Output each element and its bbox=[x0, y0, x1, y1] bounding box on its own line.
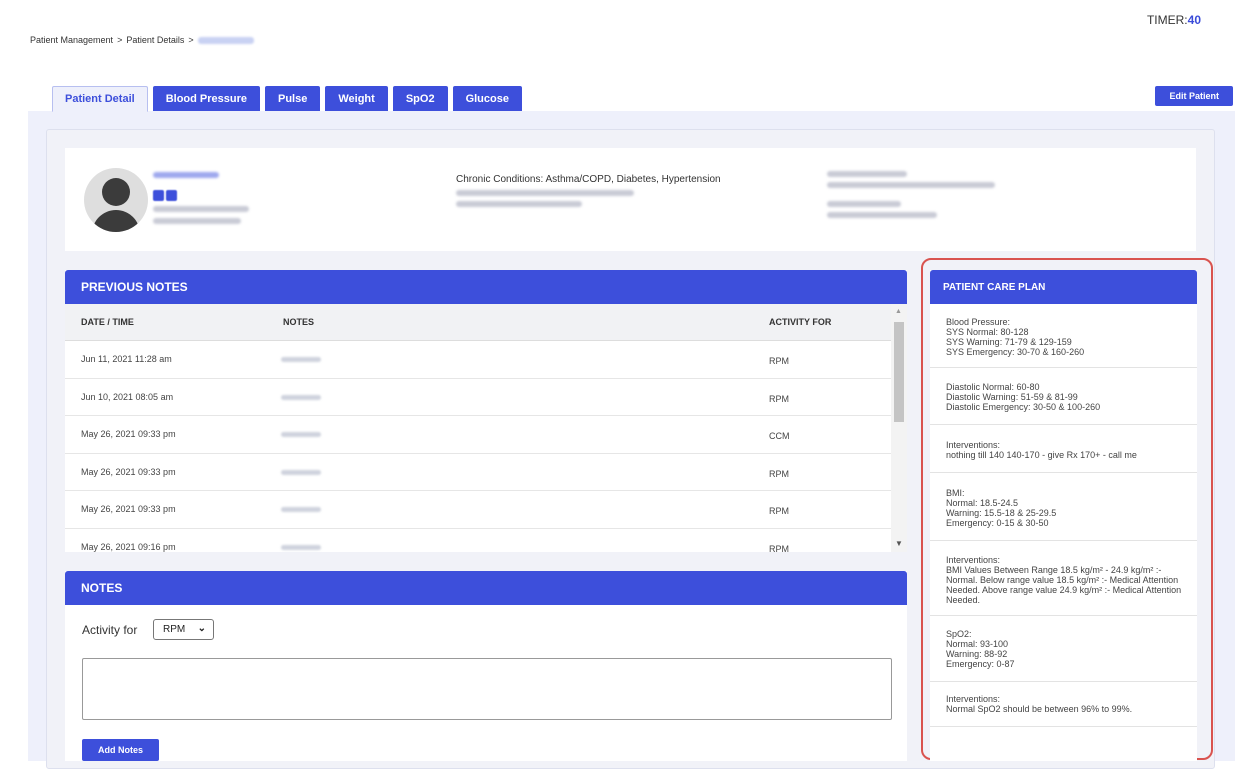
row-date: May 26, 2021 09:16 pm bbox=[81, 541, 176, 552]
patient-profile-card: Chronic Conditions: Asthma/COPD, Diabete… bbox=[65, 148, 1196, 251]
table-row: May 26, 2021 09:33 pm CCM bbox=[65, 416, 891, 454]
care-plan-bp-interventions: Interventions: nothing till 140 140-170 … bbox=[930, 425, 1197, 473]
provider-name-redacted bbox=[827, 171, 907, 177]
tab-weight[interactable]: Weight bbox=[325, 86, 388, 111]
breadcrumb-patient-name-redacted bbox=[197, 36, 254, 44]
row-activity: RPM bbox=[769, 506, 789, 516]
row-date: Jun 11, 2021 11:28 am bbox=[81, 354, 172, 364]
row-activity: RPM bbox=[769, 356, 789, 366]
notes-form-title: NOTES bbox=[65, 571, 907, 605]
notes-textarea[interactable] bbox=[82, 658, 892, 720]
breadcrumb-patient-details[interactable]: Patient Details bbox=[126, 35, 184, 45]
avatar-head-shape bbox=[102, 178, 130, 206]
tab-patient-detail[interactable]: Patient Detail bbox=[52, 86, 148, 112]
care-plan-bmi-interventions: Interventions: BMI Values Between Range … bbox=[930, 541, 1197, 616]
avatar bbox=[84, 168, 148, 232]
patient-care-plan-panel: PATIENT CARE PLAN Blood Pressure: SYS No… bbox=[930, 270, 1197, 761]
table-row: May 26, 2021 09:16 pm RPM bbox=[65, 529, 891, 553]
edit-patient-button[interactable]: Edit Patient bbox=[1155, 86, 1233, 106]
column-header-activity: ACTIVITY FOR bbox=[769, 317, 832, 327]
tab-spo2[interactable]: SpO2 bbox=[392, 86, 448, 111]
scroll-down-icon[interactable]: ▼ bbox=[895, 539, 903, 548]
avatar-body-shape bbox=[92, 210, 140, 232]
chronic-conditions: Chronic Conditions: Asthma/COPD, Diabete… bbox=[456, 174, 721, 185]
breadcrumb: Patient Management > Patient Details > bbox=[30, 35, 254, 45]
row-date: Jun 10, 2021 08:05 am bbox=[81, 391, 174, 402]
patient-program-badges bbox=[153, 190, 177, 201]
caregiver-phone-redacted bbox=[827, 212, 937, 218]
table-row: May 26, 2021 09:33 pm RPM bbox=[65, 454, 891, 491]
add-notes-button[interactable]: Add Notes bbox=[82, 739, 159, 761]
top-bar: Patient Management > Patient Details > T… bbox=[0, 0, 1239, 80]
care-plan-spo2-interventions: Interventions: Normal SpO2 should be bet… bbox=[930, 682, 1197, 727]
table-row: Jun 10, 2021 08:05 am RPM bbox=[65, 379, 891, 416]
activity-for-select[interactable]: RPM ⌄ bbox=[153, 619, 214, 640]
tab-blood-pressure[interactable]: Blood Pressure bbox=[152, 86, 260, 111]
breadcrumb-separator: > bbox=[117, 35, 123, 45]
row-date: May 26, 2021 09:33 pm bbox=[81, 466, 176, 477]
row-note-redacted bbox=[281, 357, 321, 362]
badge-redacted bbox=[166, 190, 177, 201]
care-plan-spo2: SpO2: Normal: 93-100 Warning: 88-92 Emer… bbox=[930, 616, 1197, 682]
badge-redacted bbox=[153, 190, 164, 201]
row-date: May 26, 2021 09:33 pm bbox=[81, 504, 176, 514]
caregiver-name-redacted bbox=[827, 201, 901, 207]
timer: TIMER:40 bbox=[1147, 13, 1201, 27]
notes-form-panel: NOTES Activity for RPM ⌄ Add Notes bbox=[65, 571, 907, 761]
notes-scrollbar[interactable]: ▲ ▼ bbox=[891, 304, 907, 552]
notes-table-body: Jun 11, 2021 11:28 am RPM Jun 10, 2021 08… bbox=[65, 341, 891, 552]
timer-value: 40 bbox=[1187, 13, 1201, 27]
column-header-notes: NOTES bbox=[283, 317, 315, 327]
row-note-redacted bbox=[281, 394, 321, 400]
care-plan-diastolic: Diastolic Normal: 60-80 Diastolic Warnin… bbox=[930, 368, 1197, 425]
patient-email-redacted bbox=[456, 190, 634, 196]
provider-phone-redacted bbox=[827, 182, 995, 188]
care-plan-title: PATIENT CARE PLAN bbox=[930, 270, 1197, 304]
breadcrumb-separator: > bbox=[188, 35, 194, 45]
breadcrumb-patient-management[interactable]: Patient Management bbox=[30, 35, 113, 45]
table-row: May 26, 2021 09:33 pm RPM bbox=[65, 491, 891, 529]
row-activity: RPM bbox=[769, 393, 789, 404]
care-plan-bmi: BMI: Normal: 18.5-24.5 Warning: 15.5-18 … bbox=[930, 473, 1197, 541]
column-header-date: DATE / TIME bbox=[81, 317, 134, 327]
row-note-redacted bbox=[281, 507, 321, 512]
scroll-up-icon[interactable]: ▲ bbox=[895, 308, 902, 315]
timer-label: TIMER: bbox=[1146, 13, 1188, 27]
patient-phone-redacted bbox=[456, 201, 582, 207]
table-row: Jun 11, 2021 11:28 am RPM bbox=[65, 341, 891, 379]
row-note-redacted bbox=[281, 469, 321, 475]
scrollbar-thumb[interactable] bbox=[894, 322, 904, 422]
care-plan-blood-pressure: Blood Pressure: SYS Normal: 80-128 SYS W… bbox=[930, 304, 1197, 368]
previous-notes-panel: PREVIOUS NOTES DATE / TIME NOTES ACTIVIT… bbox=[65, 270, 907, 552]
chevron-down-icon: ⌄ bbox=[197, 623, 206, 634]
row-activity: CCM bbox=[769, 431, 790, 441]
patient-mrn-redacted bbox=[153, 218, 241, 224]
previous-notes-title: PREVIOUS NOTES bbox=[65, 270, 907, 304]
row-date: May 26, 2021 09:33 pm bbox=[81, 429, 176, 439]
row-activity: RPM bbox=[769, 468, 789, 479]
row-note-redacted bbox=[281, 432, 321, 437]
patient-name-redacted bbox=[153, 172, 219, 178]
patient-id-redacted bbox=[153, 206, 249, 212]
activity-for-label: Activity for bbox=[82, 623, 138, 637]
row-note-redacted bbox=[281, 544, 321, 550]
tab-glucose[interactable]: Glucose bbox=[452, 86, 522, 111]
tab-bar: Patient Detail Blood Pressure Pulse Weig… bbox=[52, 86, 522, 112]
row-activity: RPM bbox=[769, 543, 789, 553]
notes-table-header: DATE / TIME NOTES ACTIVITY FOR bbox=[65, 304, 891, 341]
tab-pulse[interactable]: Pulse bbox=[265, 86, 321, 111]
activity-for-value: RPM bbox=[163, 624, 186, 635]
